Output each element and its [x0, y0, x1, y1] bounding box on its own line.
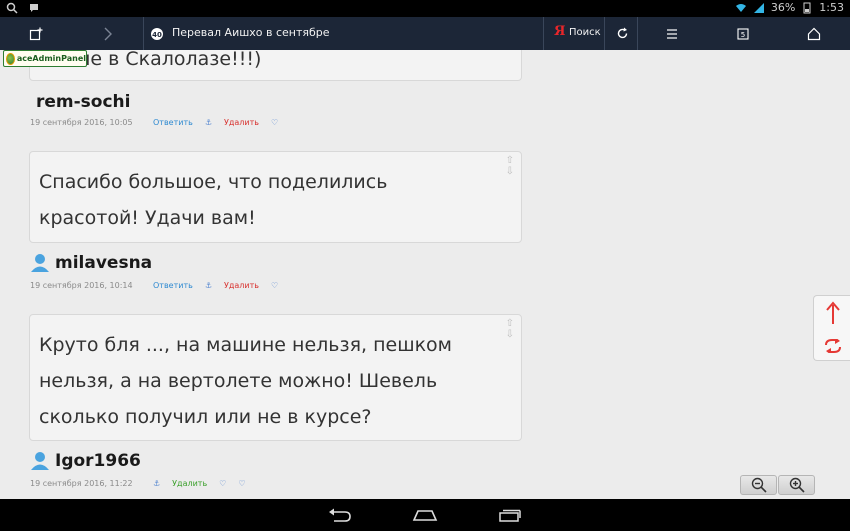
user-icon: [31, 254, 49, 272]
toolbar-divider: [143, 17, 144, 50]
tabs-count-icon: 5: [737, 27, 749, 40]
search-icon: [6, 2, 18, 14]
admin-panel-label: aceAdminPanel: [16, 54, 86, 63]
wifi-icon: [735, 3, 746, 12]
menu-icon: [667, 28, 677, 39]
tabs-button[interactable]: 5: [729, 17, 757, 50]
comment-author[interactable]: rem-sochi: [36, 92, 131, 112]
comment-date: 19 сентября 2016, 10:05: [30, 118, 133, 127]
comment-text: ионе в Скалолазе!!!): [54, 50, 262, 70]
vote-up-icon[interactable]: ⇧: [506, 156, 514, 166]
comment-author[interactable]: milavesna: [30, 253, 152, 273]
comment-meta: 19 сентября 2016, 10:14 Ответить ⚓ Удали…: [30, 281, 290, 290]
admin-panel-badge[interactable]: aceAdminPanel: [3, 50, 87, 67]
delete-link[interactable]: Удалить: [224, 281, 259, 290]
comment-bubble: ⇧ ⇩ Круто бля ..., на машине нельзя, пеш…: [29, 314, 522, 441]
comment-author[interactable]: Igor1966: [30, 451, 141, 471]
signal-icon: [753, 2, 764, 13]
author-name: rem-sochi: [36, 92, 131, 112]
clock: 1:53: [819, 1, 844, 14]
comment-meta: 19 сентября 2016, 11:22 ⚓ Удалить ♡ ♡: [30, 479, 258, 488]
favorite-icon[interactable]: ♡: [271, 281, 278, 290]
zoom-out-icon: [751, 477, 767, 493]
vote-controls: ⇧ ⇩: [506, 156, 514, 177]
battery-percent: 36%: [770, 1, 796, 14]
vote-controls: ⇧ ⇩: [506, 319, 514, 340]
vote-down-icon[interactable]: ⇩: [506, 330, 514, 340]
comment-meta: 19 сентября 2016, 10:05 Ответить ⚓ Удали…: [30, 118, 290, 127]
home-icon: [807, 27, 821, 40]
new-tab-button[interactable]: [22, 17, 50, 50]
reload-button[interactable]: [608, 17, 636, 50]
navigation-bar: [0, 499, 850, 531]
favorite-icon[interactable]: ♡: [271, 118, 278, 127]
toolbar-divider: [637, 17, 638, 50]
comment-bubble: ⇧ ⇩ Спасибо большое, что поделились крас…: [29, 151, 522, 243]
zoom-in-button[interactable]: [778, 475, 815, 495]
refresh-comments-button[interactable]: [814, 329, 850, 362]
zoom-out-button[interactable]: [740, 475, 777, 495]
vote-down-icon[interactable]: ⇩: [506, 167, 514, 177]
home-button[interactable]: [799, 17, 829, 50]
menu-button[interactable]: [658, 17, 686, 50]
arrow-up-icon: [825, 300, 840, 324]
yandex-logo: Я: [554, 24, 566, 39]
favorite-icon[interactable]: ♡: [238, 479, 245, 488]
delete-link[interactable]: Удалить: [172, 479, 207, 488]
admin-panel-icon: [6, 52, 15, 65]
chevron-right-icon: [104, 27, 112, 40]
recent-apps-icon: [499, 509, 521, 522]
site-logo-icon: 40: [151, 27, 163, 40]
anchor-icon[interactable]: ⚓: [205, 281, 212, 290]
reload-icon: [617, 27, 627, 39]
back-button[interactable]: [320, 499, 360, 531]
comment-text: Спасибо большое, что поделились красотой…: [39, 171, 388, 229]
comment-text: Круто бля ..., на машине нельзя, пешком …: [39, 334, 453, 428]
toolbar-divider: [604, 17, 605, 50]
anchor-icon[interactable]: ⚓: [153, 479, 160, 488]
comments-area: ионе в Скалолазе!!!) aceAdminPanel rem-s…: [0, 50, 850, 499]
scroll-panel: [813, 295, 850, 361]
status-bar: 36% 1:53: [0, 0, 850, 17]
recent-apps-button[interactable]: [490, 499, 530, 531]
user-icon: [31, 452, 49, 470]
page-title[interactable]: Перевал Аишхо в сентябре: [172, 26, 330, 39]
zoom-controls: [740, 475, 815, 495]
comment-date: 19 сентября 2016, 10:14: [30, 281, 133, 290]
back-icon: [329, 508, 351, 522]
zoom-in-icon: [789, 477, 805, 493]
reply-link[interactable]: Ответить: [153, 281, 193, 290]
anchor-icon[interactable]: ⚓: [205, 118, 212, 127]
browser-toolbar: 40 Перевал Аишхо в сентябре Я Поиск 5: [0, 17, 850, 50]
delete-link[interactable]: Удалить: [224, 118, 259, 127]
scroll-top-button[interactable]: [814, 296, 850, 329]
chat-notification-icon: [30, 4, 38, 12]
search-button[interactable]: Поиск: [569, 27, 601, 38]
site-favicon: 40: [146, 17, 168, 50]
favorite-icon[interactable]: ♡: [219, 479, 226, 488]
svg-text:40: 40: [152, 31, 162, 39]
refresh-icon: [824, 338, 841, 353]
svg-text:5: 5: [741, 31, 745, 39]
reply-link[interactable]: Ответить: [153, 118, 193, 127]
battery-icon: [803, 2, 811, 13]
author-name: Igor1966: [55, 451, 141, 471]
author-name: milavesna: [55, 253, 153, 273]
toolbar-divider: [543, 17, 544, 50]
home-nav-button[interactable]: [405, 499, 445, 531]
forward-button[interactable]: [96, 17, 120, 50]
comment-date: 19 сентября 2016, 11:22: [30, 479, 133, 488]
new-tab-icon: [29, 27, 43, 40]
comment-bubble: ионе в Скалолазе!!!): [29, 50, 522, 81]
vote-up-icon[interactable]: ⇧: [506, 319, 514, 329]
home-nav-icon: [412, 510, 438, 521]
